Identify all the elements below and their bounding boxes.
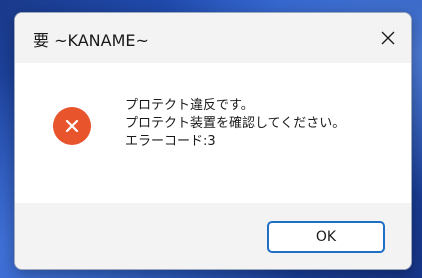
- message-line: プロテクト装置を確認してください。: [125, 116, 346, 131]
- dialog-content: プロテクト違反です。 プロテクト装置を確認してください。 エラーコード:3: [15, 63, 411, 203]
- error-message: プロテクト違反です。 プロテクト装置を確認してください。 エラーコード:3: [125, 97, 345, 151]
- button-bar: OK: [15, 203, 411, 269]
- message-line: エラーコード:3: [125, 134, 216, 149]
- error-icon: [53, 107, 91, 145]
- message-dialog: 要 ~KANAME~ プロテクト違反です。 プロテクト装置を確認してください。 …: [14, 12, 412, 270]
- message-line: プロテクト違反です。: [125, 98, 254, 113]
- window-title: 要 ~KANAME~: [33, 31, 149, 50]
- ok-button[interactable]: OK: [267, 221, 385, 253]
- close-button[interactable]: [365, 13, 411, 63]
- close-icon: [381, 31, 395, 45]
- title-bar: 要 ~KANAME~: [15, 13, 411, 63]
